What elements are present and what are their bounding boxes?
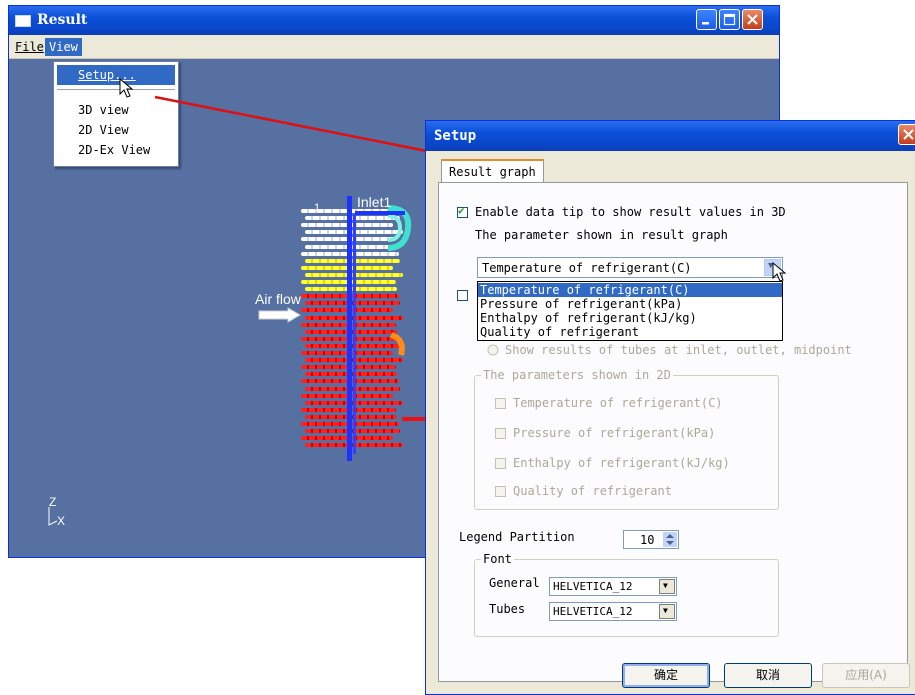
param-2d-quality-label: Quality of refrigerant — [513, 484, 672, 498]
mouse-cursor-icon — [119, 78, 134, 98]
params-2d-group: The parameters shown in 2D Temperature o… — [474, 368, 779, 510]
params-2d-title: The parameters shown in 2D — [481, 368, 673, 382]
option-pressure[interactable]: Pressure of refrigerant(kPa) — [478, 297, 782, 311]
param-2d-pressure-checkbox[interactable] — [495, 428, 506, 439]
param-heading: The parameter shown in result graph — [475, 228, 728, 242]
param-2d-enthalpy-label: Enthalpy of refrigerant(kJ/kg) — [513, 456, 730, 470]
show-tubes-label: Show results of tubes at inlet, outlet, … — [505, 343, 852, 357]
font-tubes-label: Tubes — [489, 602, 526, 616]
result-graph-panel: Enable data tip to show result values in… — [438, 182, 908, 682]
chevron-down-icon[interactable] — [659, 604, 675, 619]
tab-result-graph[interactable]: Result graph — [441, 159, 544, 183]
close-icon — [903, 129, 914, 140]
font-group: Font General HELVETICA_12 Tubes HELVETIC… — [474, 552, 779, 637]
option-quality[interactable]: Quality of refrigerant — [478, 325, 782, 339]
enable-data-tip-label: Enable data tip to show result values in… — [475, 205, 786, 219]
param-2d-pressure-label: Pressure of refrigerant(kPa) — [513, 426, 716, 440]
param-2d-quality-checkbox[interactable] — [495, 486, 506, 497]
result-param-options: Temperature of refrigerant(C) Pressure o… — [477, 281, 783, 341]
option-enthalpy[interactable]: Enthalpy of refrigerant(kJ/kg) — [478, 311, 782, 325]
setup-titlebar[interactable]: Setup — [426, 121, 915, 151]
font-group-title: Font — [481, 552, 514, 566]
font-general-select[interactable]: HELVETICA_12 — [549, 577, 677, 596]
legend-partition-stepper[interactable]: 10 — [623, 530, 679, 549]
show-tubes-radio[interactable] — [487, 344, 499, 356]
enable-data-tip-checkbox[interactable] — [457, 204, 468, 218]
font-tubes-select[interactable]: HELVETICA_12 — [549, 602, 677, 621]
mouse-cursor-icon — [772, 262, 787, 282]
dialog-close-button[interactable] — [898, 124, 915, 145]
param-2d-temperature-label: Temperature of refrigerant(C) — [513, 396, 723, 410]
setup-dialog: Setup Result graph Enable data tip to sh… — [425, 120, 915, 695]
param-2d-temperature-checkbox[interactable] — [495, 398, 506, 409]
font-general-label: General — [489, 576, 540, 590]
dialog-title: Setup — [434, 128, 477, 144]
apply-button[interactable]: 应用(A) — [822, 663, 910, 688]
cancel-button[interactable]: 取消 — [724, 663, 812, 688]
ok-button[interactable]: 确定 — [622, 663, 710, 688]
param-2d-enthalpy-checkbox[interactable] — [495, 458, 506, 469]
show-tubes-checkbox[interactable] — [457, 290, 468, 301]
option-temperature[interactable]: Temperature of refrigerant(C) — [478, 283, 782, 297]
result-param-select[interactable]: Temperature of refrigerant(C) — [477, 257, 783, 278]
chevron-down-icon[interactable] — [659, 579, 675, 594]
legend-partition-label: Legend Partition — [459, 530, 575, 544]
stepper-arrows-icon[interactable] — [663, 532, 677, 547]
